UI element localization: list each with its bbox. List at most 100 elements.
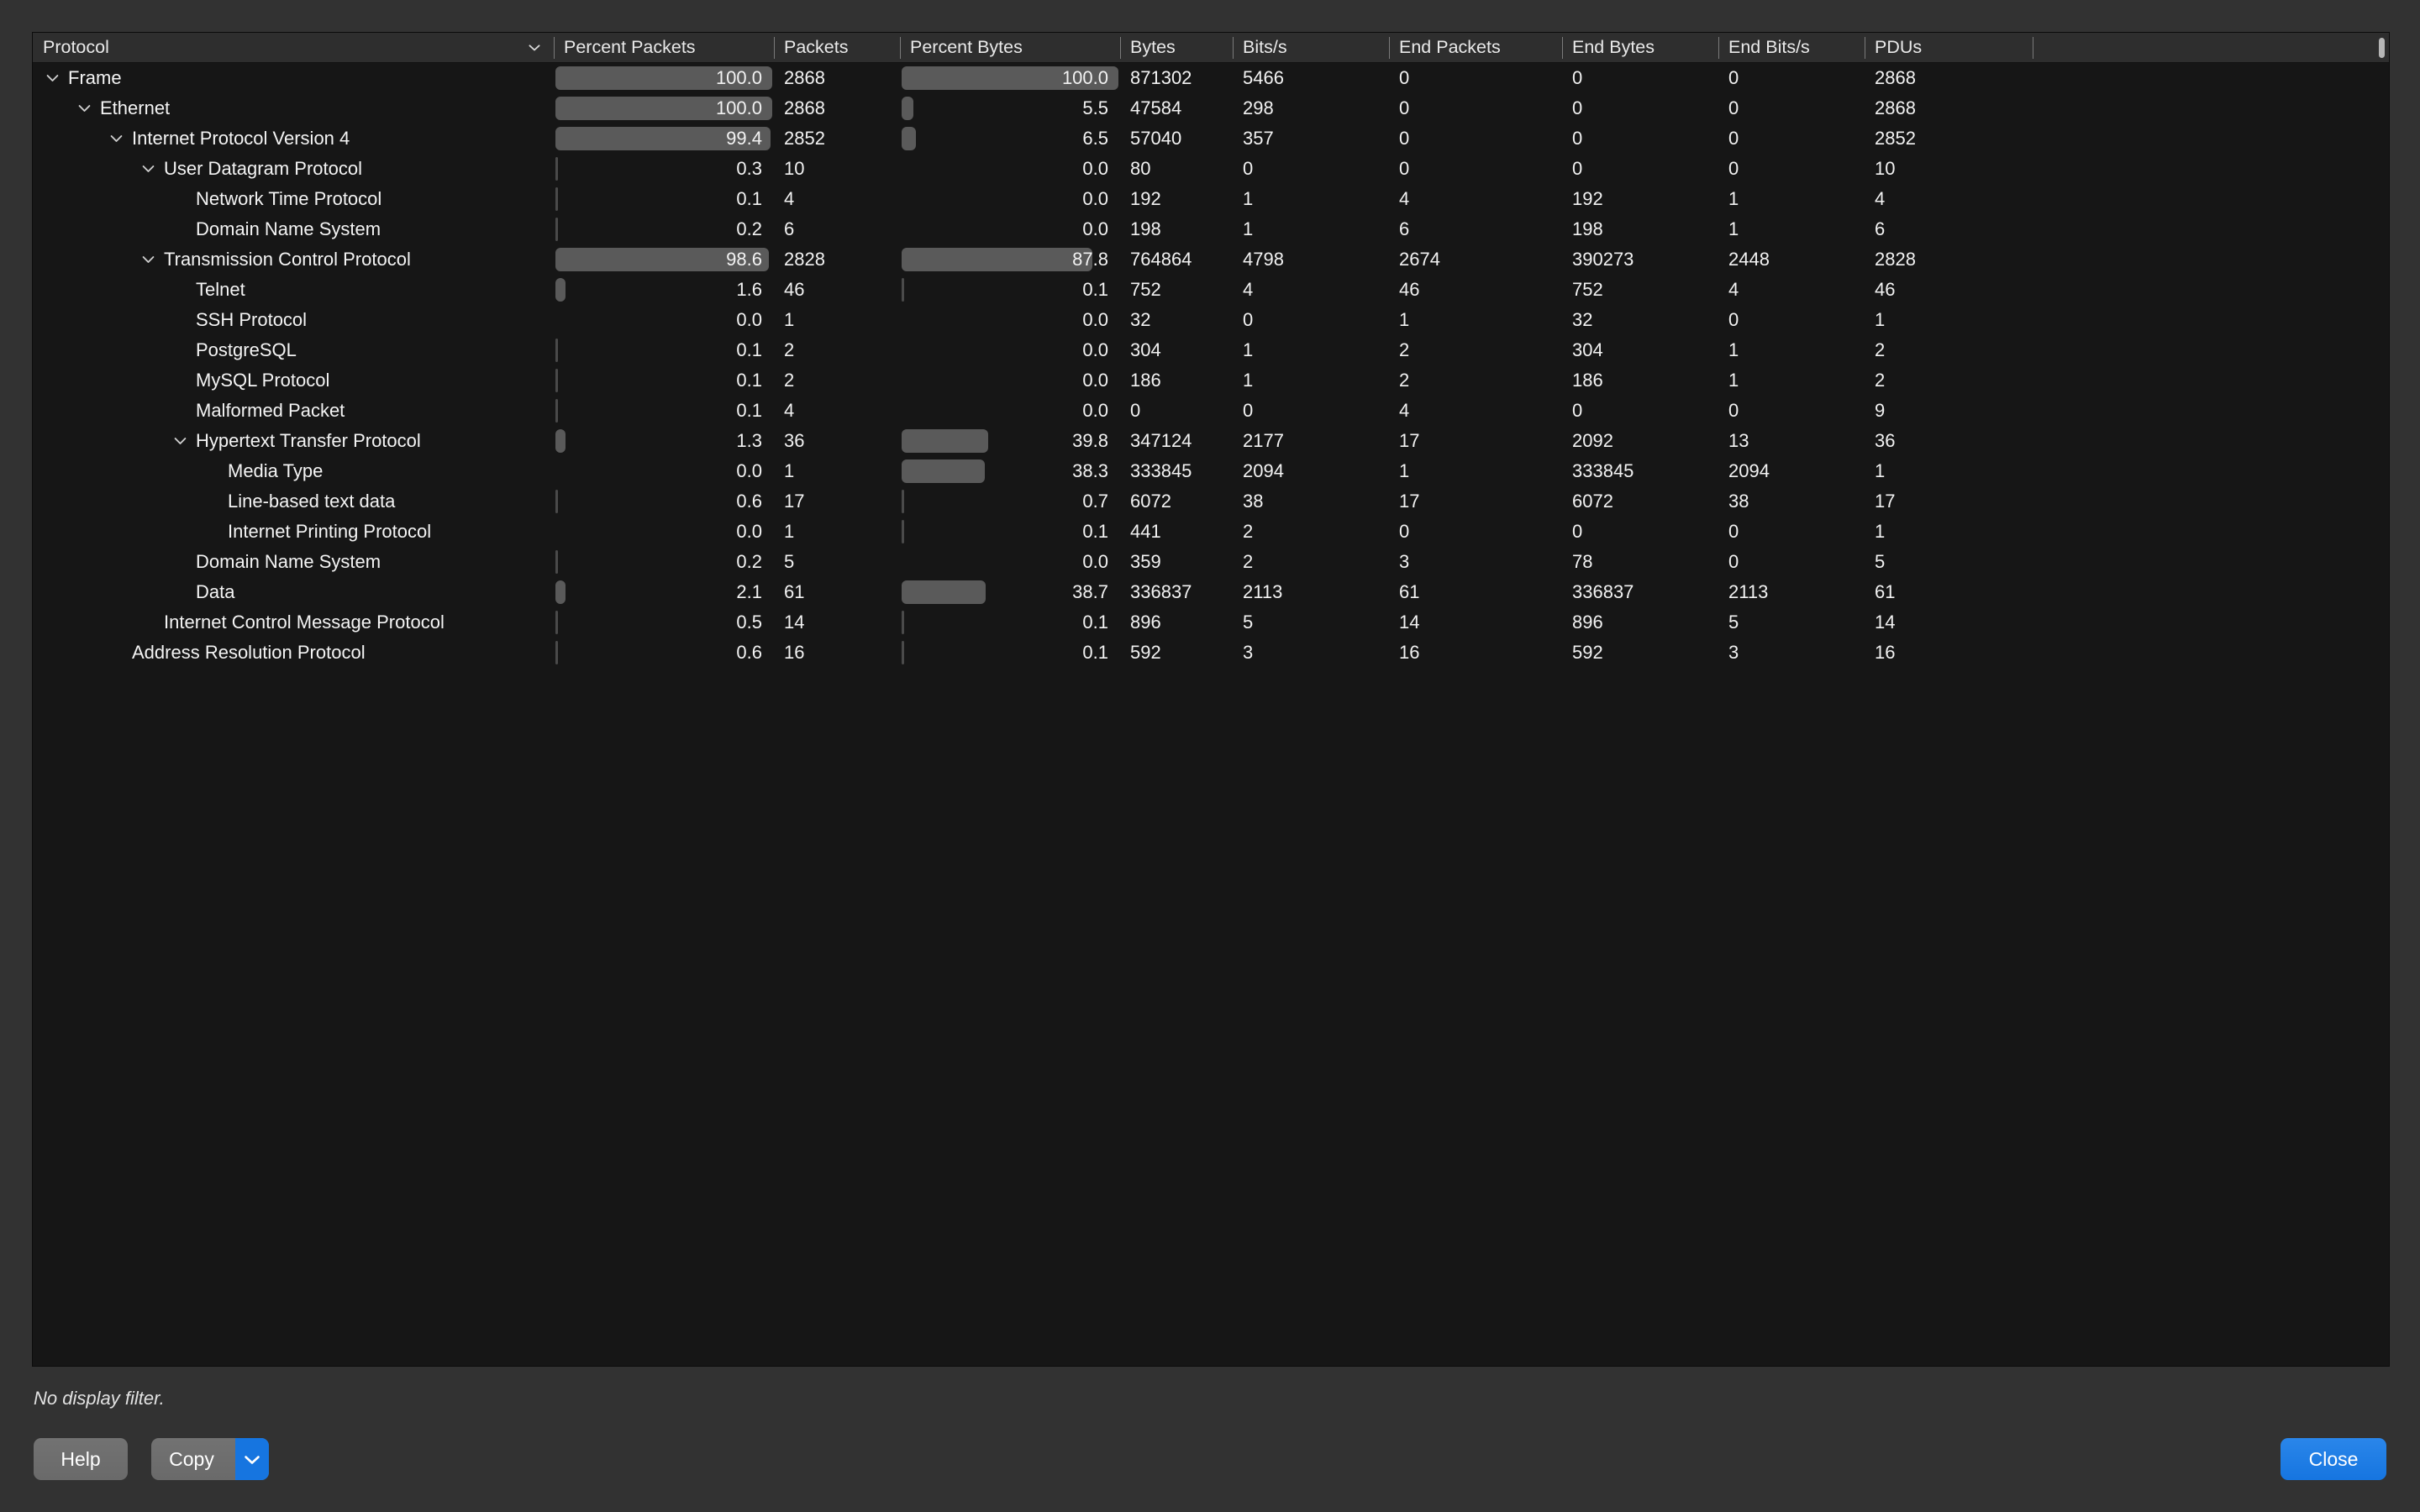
- column-header-end-bits-s[interactable]: End Bits/s: [1718, 33, 1865, 63]
- pct-packets-value: 0.0: [736, 460, 762, 481]
- pdus-value: 16: [1875, 642, 1896, 663]
- protocol-tree-cell[interactable]: Telnet: [33, 275, 554, 305]
- end-bytes-value: 78: [1572, 551, 1593, 572]
- end-packets-value: 16: [1399, 642, 1420, 663]
- protocol-tree-cell[interactable]: MySQL Protocol: [33, 365, 554, 396]
- column-header-packets[interactable]: Packets: [774, 33, 900, 63]
- column-header-label: Protocol: [43, 37, 109, 57]
- end-bits-s-value: 5: [1728, 612, 1739, 633]
- end-bits-s-cell: 4: [1718, 275, 1865, 305]
- protocol-tree-cell[interactable]: Network Time Protocol: [33, 184, 554, 214]
- end-bytes-value: 2092: [1572, 430, 1613, 451]
- table-row[interactable]: SSH Protocol 0.0 1 0.0 32 0 1 32 0 1: [33, 305, 2389, 335]
- protocol-tree-cell[interactable]: Internet Protocol Version 4: [33, 123, 554, 154]
- column-header-label: Percent Packets: [564, 37, 696, 57]
- end-packets-cell: 2: [1389, 365, 1562, 396]
- vertical-scrollbar-thumb[interactable]: [2379, 38, 2385, 58]
- table-row[interactable]: Domain Name System 0.2 5 0.0 359 2 3 78 0 5: [33, 547, 2389, 577]
- pdus-value: 9: [1875, 400, 1886, 421]
- tree-expand-chevron-down-icon[interactable]: [171, 426, 189, 456]
- table-row[interactable]: PostgreSQL 0.1 2 0.0 304 1 2 304 1 2: [33, 335, 2389, 365]
- pct-bytes-cell: 0.7: [900, 486, 1120, 517]
- table-row[interactable]: Telnet 1.6 46 0.1 752 4 46 752 4 46: [33, 275, 2389, 305]
- pdus-value: 2852: [1875, 128, 1916, 149]
- help-button[interactable]: Help: [34, 1438, 128, 1480]
- column-header-end-packets[interactable]: End Packets: [1389, 33, 1562, 63]
- bytes-value: 47584: [1130, 97, 1182, 118]
- table-row[interactable]: Ethernet 100.0 2868 5.5 47584 298 0 0 0 2868: [33, 93, 2389, 123]
- close-button[interactable]: Close: [2281, 1438, 2386, 1480]
- table-row[interactable]: Media Type 0.0 1 38.3 333845 2094 1 333845 2094 1: [33, 456, 2389, 486]
- end-bytes-cell: 592: [1562, 638, 1718, 668]
- protocol-tree-cell[interactable]: Line-based text data: [33, 486, 554, 517]
- column-header-bytes[interactable]: Bytes: [1120, 33, 1233, 63]
- pct-bytes-cell: 0.1: [900, 517, 1120, 547]
- packets-value: 46: [784, 279, 805, 300]
- copy-button[interactable]: Copy: [151, 1438, 235, 1480]
- table-row[interactable]: User Datagram Protocol 0.3 10 0.0 80 0 0 0 0 10: [33, 154, 2389, 184]
- copy-button-group[interactable]: Copy: [151, 1438, 269, 1480]
- column-header-end-bytes[interactable]: End Bytes: [1562, 33, 1718, 63]
- table-row[interactable]: Domain Name System 0.2 6 0.0 198 1 6 198 1 6: [33, 214, 2389, 244]
- bits-s-value: 4: [1243, 279, 1254, 300]
- protocol-tree-cell[interactable]: Address Resolution Protocol: [33, 638, 554, 668]
- bits-s-cell: 5466: [1233, 63, 1389, 93]
- packets-value: 4: [784, 188, 795, 209]
- column-header-protocol[interactable]: Protocol: [33, 33, 554, 63]
- end-bytes-cell: 0: [1562, 154, 1718, 184]
- end-packets-cell: 17: [1389, 486, 1562, 517]
- protocol-tree-cell[interactable]: Internet Control Message Protocol: [33, 607, 554, 638]
- end-bytes-cell: 192: [1562, 184, 1718, 214]
- table-row[interactable]: Transmission Control Protocol 98.6 2828 87.…: [33, 244, 2389, 275]
- pct-packets-cell: 2.1: [554, 577, 774, 607]
- table-row[interactable]: MySQL Protocol 0.1 2 0.0 186 1 2 186 1 2: [33, 365, 2389, 396]
- column-header-pct-bytes[interactable]: Percent Bytes: [900, 33, 1120, 63]
- pct-packets-value: 0.2: [736, 551, 762, 572]
- protocol-tree-cell[interactable]: Internet Printing Protocol: [33, 517, 554, 547]
- protocol-tree-cell[interactable]: Data: [33, 577, 554, 607]
- protocol-tree-cell[interactable]: Domain Name System: [33, 214, 554, 244]
- pct-bytes-bar: [902, 520, 904, 543]
- table-row[interactable]: Internet Control Message Protocol 0.5 14 0.…: [33, 607, 2389, 638]
- table-row[interactable]: Malformed Packet 0.1 4 0.0 0 0 4 0 0 9: [33, 396, 2389, 426]
- protocol-tree-cell[interactable]: Media Type: [33, 456, 554, 486]
- column-header-pdus[interactable]: PDUs: [1865, 33, 2033, 63]
- table-row[interactable]: Internet Protocol Version 4 99.4 2852 6.5 57…: [33, 123, 2389, 154]
- packets-cell: 5: [774, 547, 900, 577]
- pct-packets-bar: [555, 429, 566, 453]
- table-row[interactable]: Network Time Protocol 0.1 4 0.0 192 1 4 192 1 4: [33, 184, 2389, 214]
- pct-bytes-value: 6.5: [1082, 128, 1108, 149]
- table-row[interactable]: Address Resolution Protocol 0.6 16 0.1 592 3 1…: [33, 638, 2389, 668]
- protocol-tree-cell[interactable]: PostgreSQL: [33, 335, 554, 365]
- tree-expand-chevron-down-icon[interactable]: [139, 244, 157, 275]
- pct-packets-cell: 0.0: [554, 456, 774, 486]
- pct-bytes-value: 38.3: [1072, 460, 1108, 481]
- protocol-tree-cell[interactable]: Hypertext Transfer Protocol: [33, 426, 554, 456]
- table-row[interactable]: Line-based text data 0.6 17 0.7 6072 38 17 6072…: [33, 486, 2389, 517]
- protocol-tree-cell[interactable]: User Datagram Protocol: [33, 154, 554, 184]
- table-row[interactable]: Hypertext Transfer Protocol 1.3 36 39.8 3471…: [33, 426, 2389, 456]
- pct-packets-bar: [555, 369, 558, 392]
- table-row[interactable]: Frame 100.0 2868 100.0 871302 5466 0 0 0 2868: [33, 63, 2389, 93]
- column-header-filler: [2033, 33, 2389, 63]
- table-row[interactable]: Internet Printing Protocol 0.0 1 0.1 441 2 0 0 0…: [33, 517, 2389, 547]
- bits-s-cell: 0: [1233, 154, 1389, 184]
- protocol-tree-cell[interactable]: SSH Protocol: [33, 305, 554, 335]
- protocol-tree-cell[interactable]: Transmission Control Protocol: [33, 244, 554, 275]
- column-header-bits-s[interactable]: Bits/s: [1233, 33, 1389, 63]
- column-header-pct-packets[interactable]: Percent Packets: [554, 33, 774, 63]
- protocol-tree-cell[interactable]: Domain Name System: [33, 547, 554, 577]
- protocol-tree-cell[interactable]: Malformed Packet: [33, 396, 554, 426]
- tree-expand-chevron-down-icon[interactable]: [139, 154, 157, 184]
- tree-expand-chevron-down-icon[interactable]: [107, 123, 125, 154]
- protocol-tree-cell[interactable]: Frame: [33, 63, 554, 93]
- sort-chevron-down-icon[interactable]: [529, 44, 540, 51]
- bits-s-cell: 1: [1233, 365, 1389, 396]
- pct-bytes-cell: 0.0: [900, 214, 1120, 244]
- table-row[interactable]: Data 2.1 61 38.7 336837 2113 61 336837 2113 61: [33, 577, 2389, 607]
- tree-expand-chevron-down-icon[interactable]: [75, 93, 93, 123]
- protocol-tree-cell[interactable]: Ethernet: [33, 93, 554, 123]
- end-packets-value: 46: [1399, 279, 1420, 300]
- copy-dropdown-button[interactable]: [235, 1438, 269, 1480]
- tree-expand-chevron-down-icon[interactable]: [43, 63, 61, 93]
